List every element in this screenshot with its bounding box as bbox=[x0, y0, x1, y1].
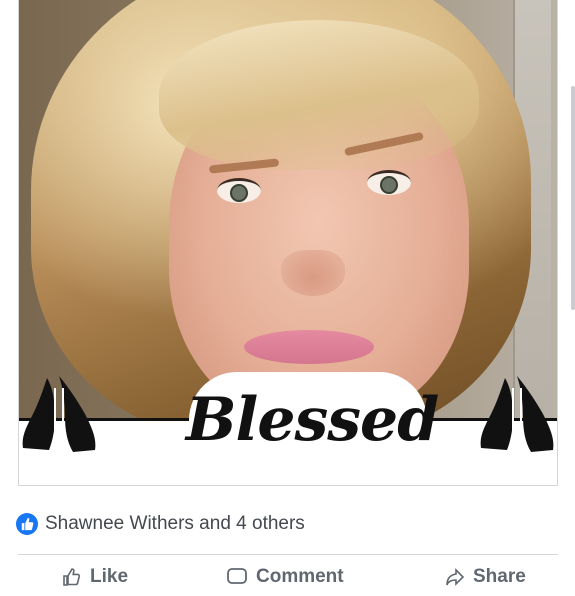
post-photo[interactable] bbox=[19, 0, 557, 420]
post-card: Blessed bbox=[18, 0, 558, 486]
share-icon bbox=[446, 568, 465, 586]
post-action-bar: Like Comment Share bbox=[0, 566, 575, 596]
share-button[interactable]: Share bbox=[445, 566, 526, 588]
comment-button[interactable]: Comment bbox=[226, 566, 344, 588]
share-label: Share bbox=[473, 566, 526, 587]
reaction-summary[interactable]: Shawnee Withers and 4 others bbox=[16, 510, 305, 538]
thumb-up-icon bbox=[63, 568, 81, 586]
scroll-edge bbox=[571, 86, 575, 310]
like-thumb-icon bbox=[16, 513, 38, 535]
hair-bangs bbox=[159, 20, 479, 170]
lips-shape bbox=[244, 330, 374, 364]
comment-icon bbox=[227, 568, 247, 584]
praying-hands-icon bbox=[480, 376, 554, 452]
right-eye bbox=[367, 170, 411, 195]
like-label: Like bbox=[90, 566, 129, 587]
left-eye bbox=[217, 178, 261, 203]
like-button[interactable]: Like bbox=[62, 566, 128, 588]
image-caption: Blessed bbox=[185, 385, 439, 455]
actions-divider bbox=[18, 554, 558, 555]
praying-hands-icon bbox=[22, 376, 96, 452]
nose-shape bbox=[281, 250, 345, 296]
comment-label: Comment bbox=[256, 566, 344, 587]
reaction-summary-text: Shawnee Withers and 4 others bbox=[45, 513, 305, 534]
